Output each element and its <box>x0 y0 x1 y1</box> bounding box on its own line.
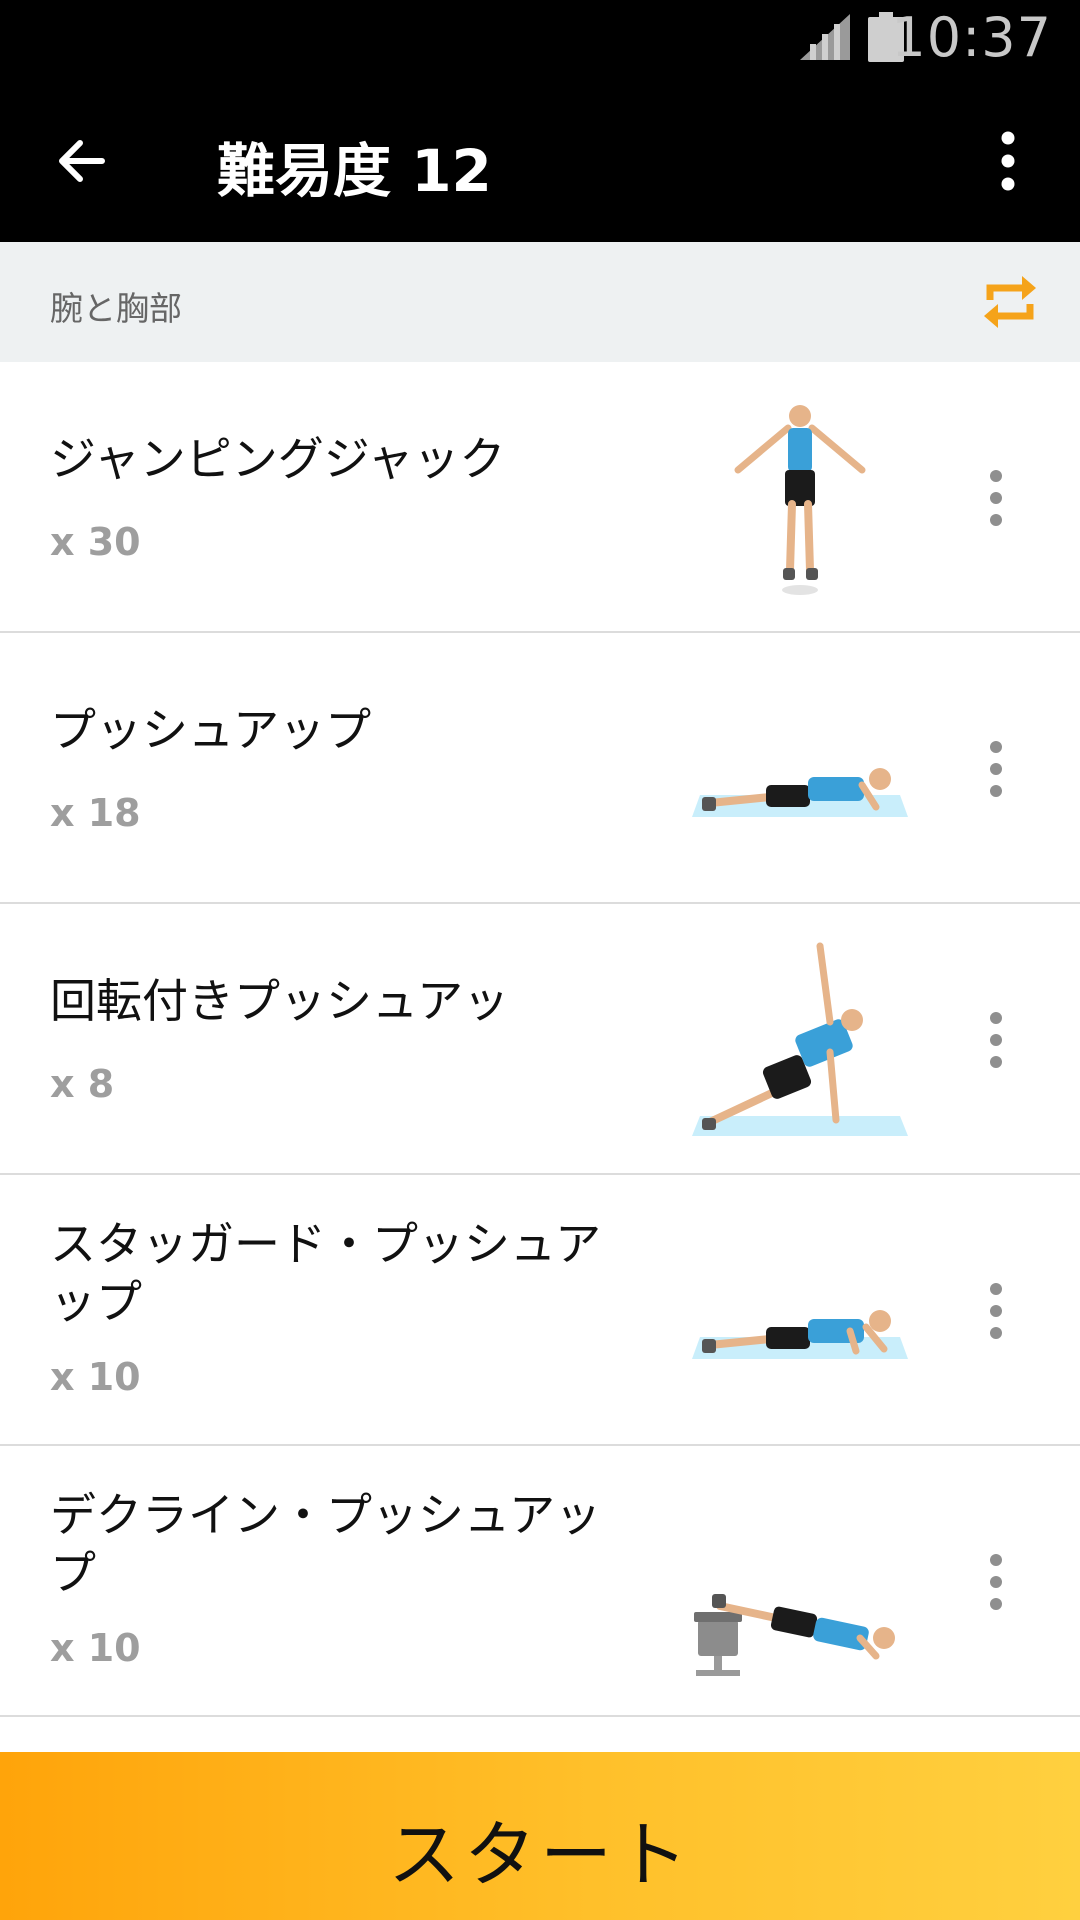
list-item[interactable]: ジャンピングジャック x 30 <box>0 362 1080 633</box>
list-item[interactable]: 回転付きプッシュアッ x 8 <box>0 904 1080 1175</box>
exercise-list: ジャンピングジャック x 30 プッシュアップ x 18 回転付きプッシュアッ … <box>0 362 1080 1717</box>
exercise-name: ジャンピングジャック <box>50 432 506 486</box>
page-title: 難易度 12 <box>217 137 492 205</box>
section-title: 腕と胸部 <box>50 289 182 328</box>
item-more-icon[interactable] <box>980 1552 1012 1612</box>
item-more-icon[interactable] <box>980 468 1012 528</box>
exercise-count: x 10 <box>50 1626 141 1670</box>
start-button[interactable]: スタート <box>0 1752 1080 1920</box>
exercise-name: スタッガード・プッシュアップ <box>50 1217 602 1329</box>
signal-icon <box>800 14 850 60</box>
rotation-push-up-figure <box>692 942 908 1136</box>
list-item[interactable]: スタッガード・プッシュアップ x 10 <box>0 1175 1080 1446</box>
item-more-icon[interactable] <box>980 739 1012 799</box>
status-bar: 10:37 <box>0 0 1080 80</box>
exercise-name: デクライン・プッシュアップ <box>50 1488 602 1600</box>
section-header: 腕と胸部 <box>0 242 1080 362</box>
app-bar: 難易度 12 <box>0 80 1080 242</box>
start-button-label: スタート <box>387 1813 692 1897</box>
exercise-count: x 8 <box>50 1062 115 1106</box>
status-time: 10:37 <box>891 6 1052 69</box>
exercise-name: プッシュアップ <box>50 703 372 757</box>
item-more-icon[interactable] <box>980 1281 1012 1341</box>
exercise-count: x 30 <box>50 520 141 564</box>
exercise-count: x 18 <box>50 791 141 835</box>
more-vert-icon[interactable] <box>990 130 1026 192</box>
jumping-jack-figure <box>734 405 866 595</box>
repeat-icon[interactable] <box>982 272 1038 332</box>
list-item[interactable]: デクライン・プッシュアップ x 10 <box>0 1446 1080 1717</box>
arrow-left-icon[interactable] <box>50 130 112 192</box>
exercise-name: 回転付きプッシュアッ <box>50 974 510 1028</box>
staggered-push-up-figure <box>692 1310 908 1359</box>
item-more-icon[interactable] <box>980 1010 1012 1070</box>
list-item[interactable]: プッシュアップ x 18 <box>0 633 1080 904</box>
decline-push-up-figure <box>694 1594 895 1676</box>
push-up-figure <box>692 768 908 817</box>
exercise-count: x 10 <box>50 1355 141 1399</box>
